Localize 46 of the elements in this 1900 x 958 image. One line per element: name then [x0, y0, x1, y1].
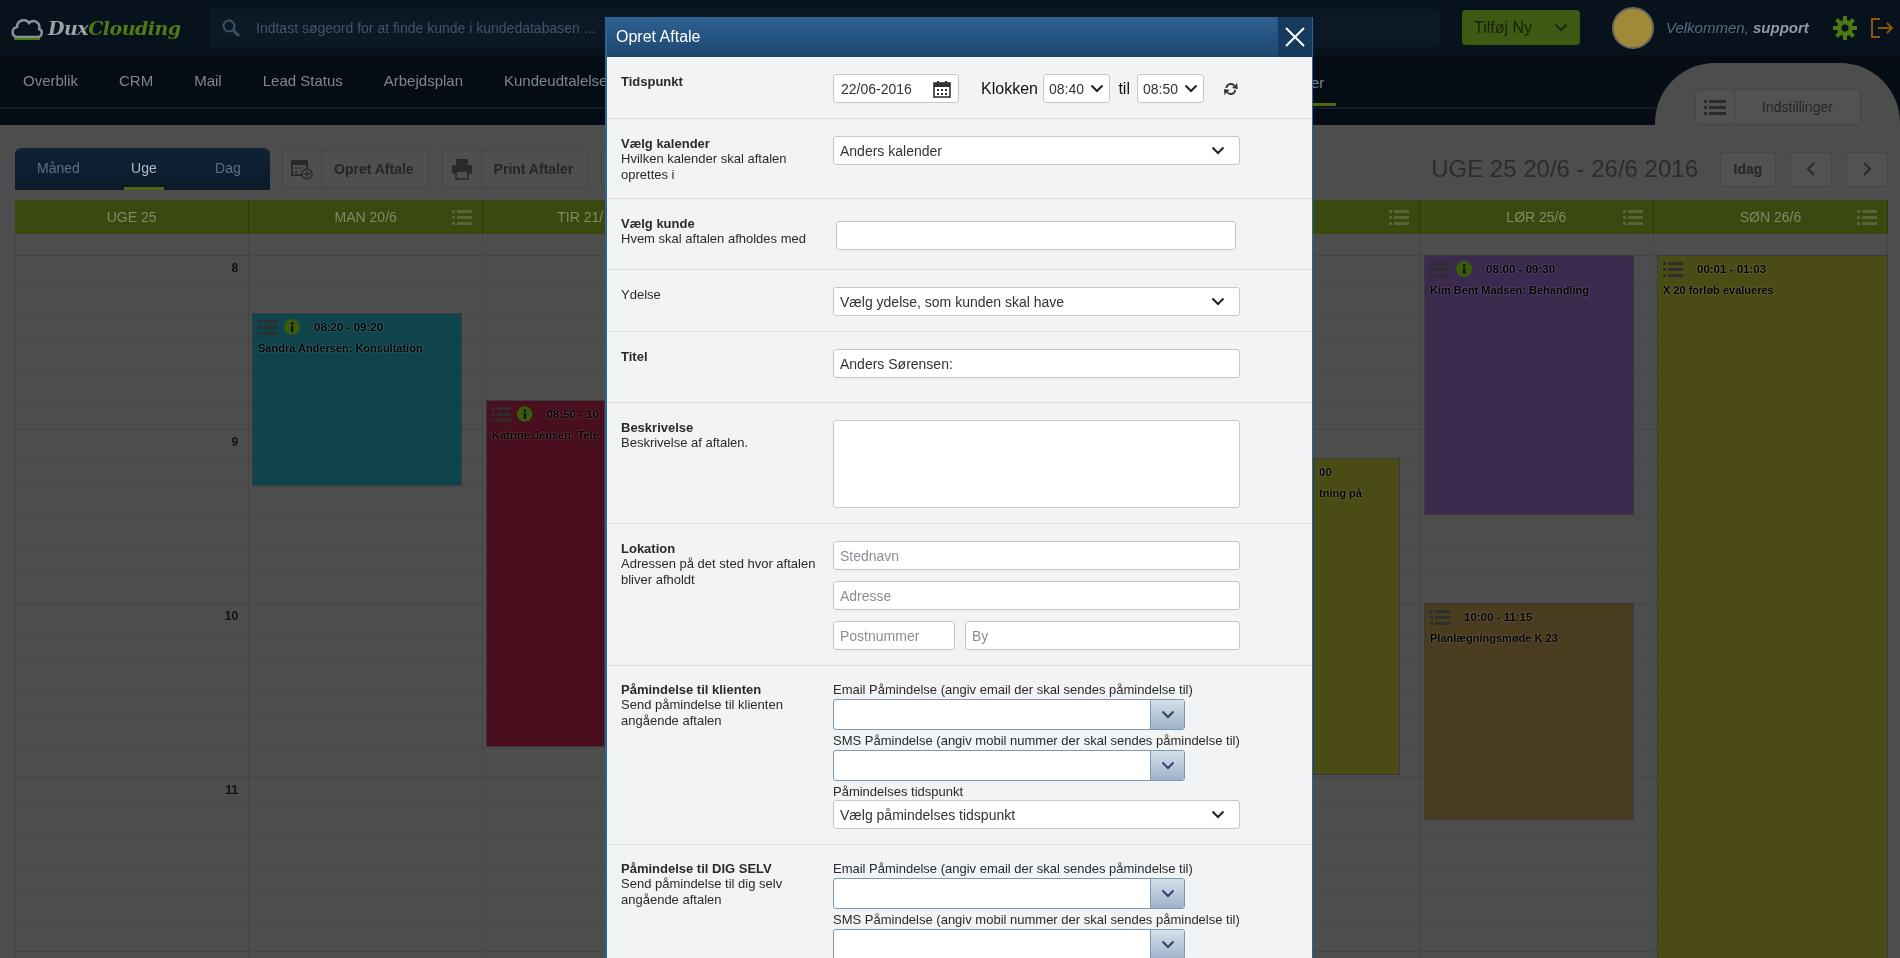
event-title: Sandra Andersen: Konsultation	[258, 342, 424, 354]
dialog-title: Opret Aftale	[616, 28, 701, 46]
event-time: 00:01 - 01:03	[1697, 263, 1767, 275]
field-hint: Adressen på det sted hvor aftalen bliver afholdt	[621, 556, 817, 588]
field-caption: SMS Påmindelse (angiv mobil nummer der skal sendes påmindelse til)	[833, 733, 1240, 749]
event-time: 08:00 - 09:30	[1486, 263, 1556, 275]
field-caption: Email Påmindelse (angiv email der skal sendes påmindelse til)	[833, 861, 1194, 877]
field-hint: Hvem skal aftalen afholdes med	[621, 231, 807, 247]
event-time: 08:20 - 09:20	[314, 321, 384, 333]
day-header: MAN 20/6	[334, 209, 397, 225]
field-label: Påmindelse til DIG SELV	[621, 861, 773, 876]
day-header: LØR 25/6	[1506, 209, 1567, 225]
field-caption: Påmindelses tidspunkt	[833, 784, 965, 800]
field-hint: Send påmindelse til klienten angående aftalen	[621, 697, 784, 729]
event-title: Katrine Jensen: Tele	[492, 429, 599, 441]
event-title: Kim Bent Madsen: Behandling	[1430, 284, 1590, 296]
field-hint: Hvilken kalender skal aftalen oprettes i	[621, 151, 788, 183]
time-label: til	[1118, 79, 1130, 98]
event-title: tning på	[1319, 487, 1363, 499]
field-label: Lokation	[621, 541, 677, 556]
day-header: SØN 26/6	[1739, 209, 1802, 225]
field-caption: Email Påmindelse (angiv email der skal sendes påmindelse til)	[833, 682, 1194, 698]
hour-label: 10	[224, 609, 239, 625]
hour-label: 9	[231, 435, 239, 451]
field-label: Ydelse	[621, 287, 662, 302]
field-hint: Send påmindelse til dig selv angående aftalen	[621, 876, 784, 908]
hour-label: 11	[225, 783, 239, 799]
event-title: X 20 forløb evalueres	[1663, 284, 1775, 296]
field-caption: SMS Påmindelse (angiv mobil nummer der skal sendes påmindelse til)	[833, 912, 1240, 928]
time-label: Klokken	[981, 79, 1038, 98]
day-header: TIR 21/	[557, 209, 604, 225]
event-time: 00	[1319, 466, 1332, 478]
field-label: Tidspunkt	[621, 74, 684, 89]
hour-label: 8	[231, 261, 239, 277]
field-label: Vælg kalender	[621, 136, 711, 151]
field-label: Beskrivelse	[621, 420, 695, 435]
field-hint: Beskrivelse af aftalen.	[621, 435, 750, 451]
logo-text: DuxClouding	[48, 16, 181, 39]
event-time: 10:00 - 11:15	[1464, 611, 1533, 623]
day-header: UGE 25	[106, 209, 157, 225]
event-title: Planlægningsmøde K 23	[1430, 632, 1559, 644]
field-label: Påmindelse til klienten	[621, 682, 763, 697]
field-label: Titel	[621, 349, 649, 364]
field-label: Vælg kunde	[621, 216, 696, 231]
event-time: 08:50 - 10	[546, 408, 599, 420]
welcome-text: Velkommen, support	[1666, 19, 1809, 36]
